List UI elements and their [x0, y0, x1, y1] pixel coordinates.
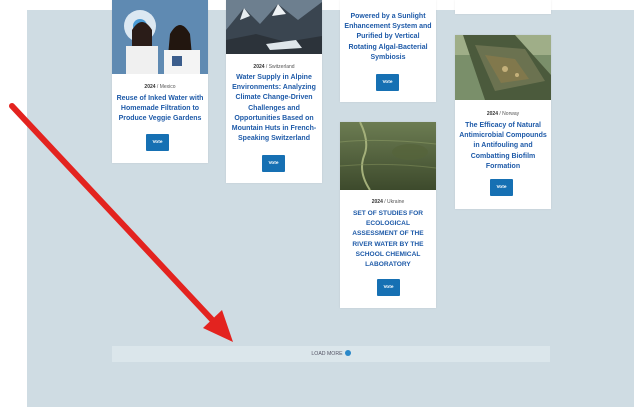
- annotation-arrow: [9, 103, 233, 342]
